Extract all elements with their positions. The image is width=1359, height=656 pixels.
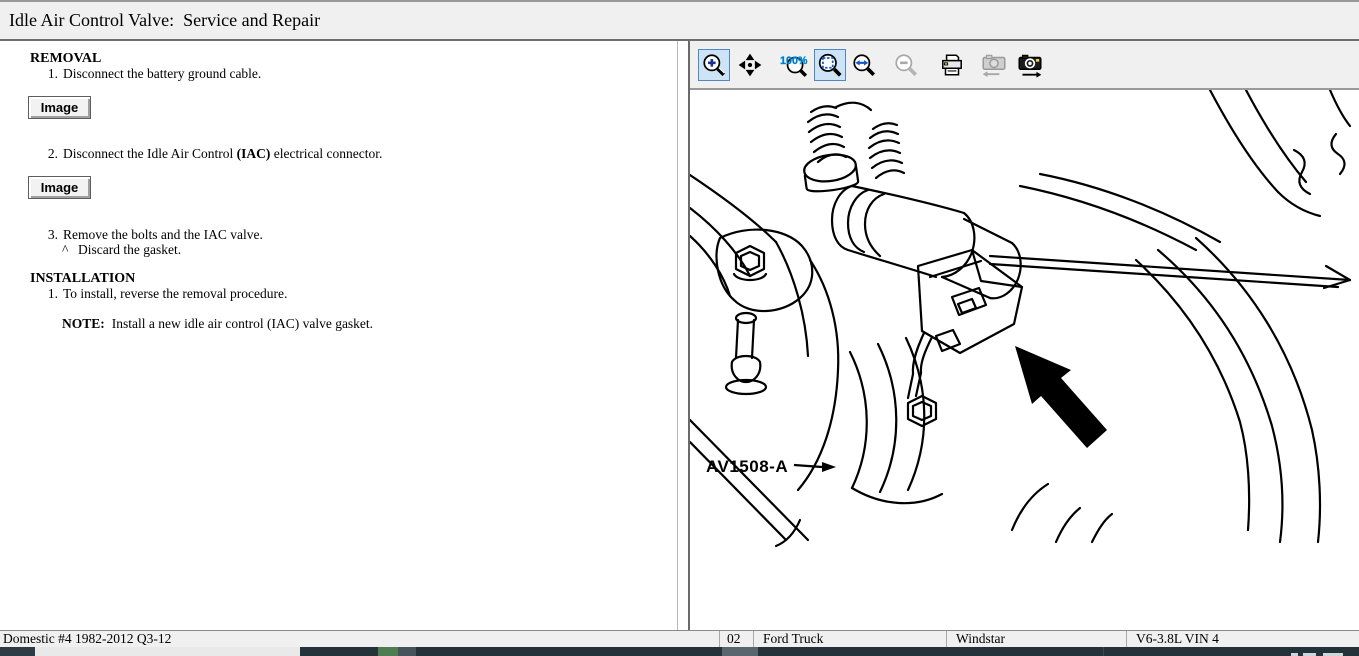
zoom-out-button[interactable] (890, 49, 922, 81)
pan-icon (738, 53, 762, 76)
step-text: Disconnect the battery ground cable. (63, 66, 262, 81)
note-text: Install a new idle air control (IAC) val… (111, 316, 374, 331)
taskbar-sliver (0, 647, 1359, 656)
fit-page-icon (818, 53, 842, 77)
status-make: Ford Truck (753, 631, 946, 647)
taskbar-divider (1103, 647, 1104, 656)
taskbar-icon-segment[interactable] (378, 647, 398, 656)
installation-heading: INSTALLATION (30, 271, 136, 286)
zoom-in-button[interactable] (698, 48, 730, 81)
actual-size-icon: 100% (780, 54, 808, 77)
removal-step-3-sub: ^ Discard the gasket. (62, 242, 181, 258)
panel-splitter[interactable] (677, 41, 690, 630)
next-image-button[interactable] (1014, 49, 1046, 81)
taskbar-window-button[interactable] (722, 647, 758, 656)
taskbar-window-button[interactable] (35, 647, 300, 656)
image-toolbar: 100% (690, 41, 1359, 90)
sub-bullet: ^ (62, 242, 69, 257)
installation-step-1: 1. To install, reverse the removal proced… (38, 286, 287, 302)
step-number: 2. (47, 146, 58, 161)
image-panel: 100% AV1508-A (690, 41, 1359, 630)
step-number: 1. (47, 66, 58, 81)
removal-step-3: 3. Remove the bolts and the IAC valve. (38, 227, 263, 243)
pan-button[interactable] (734, 49, 766, 81)
note-label: NOTE: (62, 316, 105, 331)
image-canvas[interactable]: AV1508-A (690, 90, 1359, 628)
figure-label: AV1508-A (706, 457, 788, 476)
next-image-icon (1018, 54, 1042, 78)
step-text: Disconnect the Idle Air Control (63, 146, 237, 161)
previous-image-icon (982, 54, 1006, 77)
installation-note: NOTE: Install a new idle air control (IAC… (62, 316, 373, 332)
pointer-arrow (1015, 346, 1107, 448)
engine-diagram: AV1508-A (690, 90, 1352, 548)
taskbar-start-segment (0, 647, 35, 656)
removal-step-1: 1. Disconnect the battery ground cable. (38, 66, 261, 82)
svg-text:100%: 100% (780, 54, 808, 66)
step-text-bold: (IAC) (236, 146, 271, 161)
status-code: 02 (719, 631, 753, 647)
image-button-1[interactable]: Image (28, 96, 91, 119)
removal-step-2: 2. Disconnect the Idle Air Control (IAC) … (38, 146, 383, 162)
sub-text: Discard the gasket. (78, 242, 182, 257)
step-text: Remove the bolts and the IAC valve. (63, 227, 263, 242)
page-title: Idle Air Control Valve: Service and Repa… (0, 0, 1359, 41)
step-number: 1. (47, 286, 58, 301)
previous-image-button[interactable] (978, 49, 1010, 81)
status-model: Windstar (946, 631, 1126, 647)
step-number: 3. (47, 227, 58, 242)
image-button-2[interactable]: Image (28, 176, 91, 199)
article-panel: REMOVAL 1. Disconnect the battery ground … (0, 41, 677, 630)
fit-width-icon (853, 53, 876, 76)
print-icon (942, 53, 962, 76)
main-area: REMOVAL 1. Disconnect the battery ground … (0, 41, 1359, 630)
status-engine: V6-3.8L VIN 4 (1126, 631, 1359, 647)
status-coverage: Domestic #4 1982-2012 Q3-12 (3, 631, 172, 646)
taskbar-icon-segment[interactable] (398, 647, 416, 656)
fit-width-button[interactable] (848, 49, 880, 81)
actual-size-button[interactable]: 100% (778, 49, 810, 81)
zoom-out-icon (895, 53, 918, 76)
zoom-in-icon (703, 53, 726, 76)
removal-heading: REMOVAL (30, 51, 102, 66)
step-text: To install, reverse the removal procedur… (63, 286, 288, 301)
step-text: electrical connector. (270, 146, 383, 161)
print-button[interactable] (936, 49, 968, 81)
status-bar: Domestic #4 1982-2012 Q3-12 02 Ford Truc… (0, 630, 1359, 647)
fit-page-button[interactable] (814, 48, 846, 81)
